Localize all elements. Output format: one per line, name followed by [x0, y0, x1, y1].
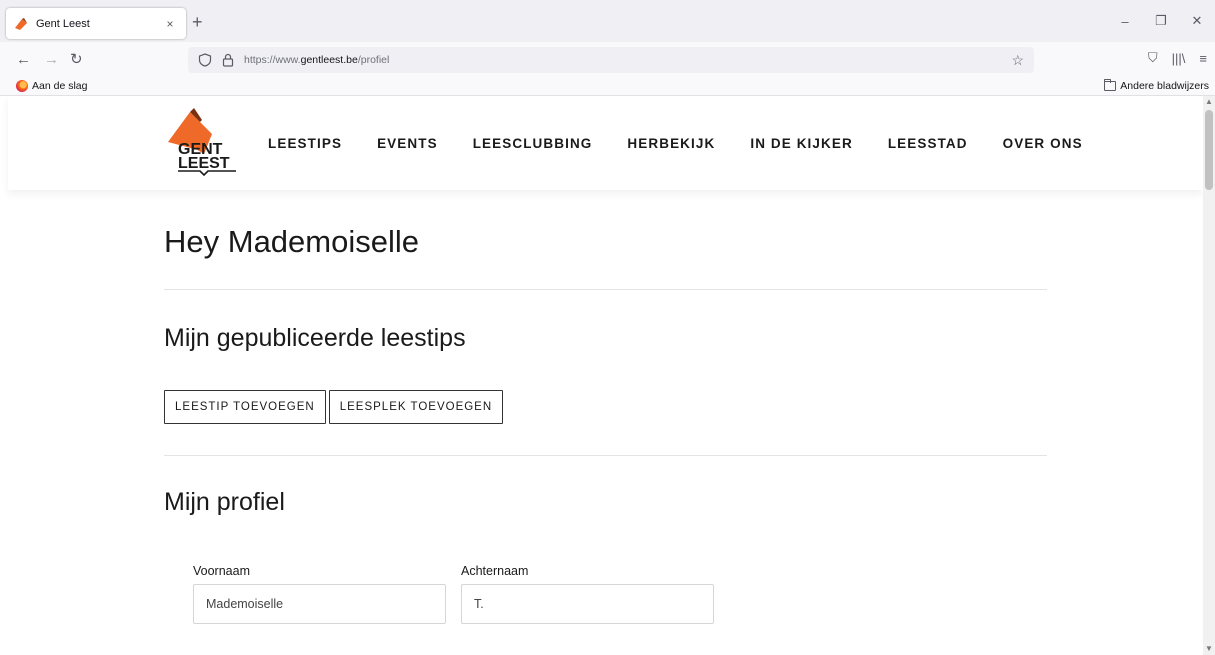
- address-bar[interactable]: https://www.gentleest.be/profiel ☆: [188, 47, 1034, 73]
- nav-over-ons[interactable]: OVER ONS: [1003, 136, 1083, 151]
- bookmark-label: Aan de slag: [32, 80, 88, 92]
- restore-icon[interactable]: ❐: [1143, 0, 1179, 42]
- first-name-label: Voornaam: [193, 564, 250, 578]
- forward-icon[interactable]: →: [44, 51, 59, 69]
- gent-leest-logo[interactable]: GENT LEEST: [164, 106, 246, 178]
- first-name-field: Voornaam: [193, 564, 446, 624]
- nav-leestips[interactable]: LEESTIPS: [268, 136, 342, 151]
- back-icon[interactable]: ←: [16, 51, 31, 69]
- other-bookmarks[interactable]: Andere bladwijzers: [1104, 79, 1209, 92]
- nav-in-de-kijker[interactable]: IN DE KIJKER: [750, 136, 852, 151]
- folder-icon: [1104, 79, 1117, 91]
- pocket-icon[interactable]: ⛉: [1148, 50, 1158, 66]
- tips-actions: LEESTIP TOEVOEGEN LEESPLEK TOEVOEGEN: [164, 390, 504, 424]
- scrollbar-thumb[interactable]: [1205, 110, 1213, 190]
- nav-leesclubbing[interactable]: LEESCLUBBING: [473, 136, 593, 151]
- profile-heading: Mijn profiel: [164, 488, 285, 516]
- divider: [164, 289, 1047, 290]
- nav-herbekijk[interactable]: HERBEKIJK: [627, 136, 715, 151]
- site-header: GENT LEEST LEESTIPS EVENTS LEESCLUBBING …: [8, 96, 1203, 190]
- new-tab-icon[interactable]: +: [192, 12, 203, 32]
- url-host: gentleest.be: [300, 54, 358, 66]
- divider: [164, 455, 1047, 456]
- scroll-up-icon[interactable]: ▲: [1203, 96, 1215, 108]
- bookmark-star-icon[interactable]: ☆: [1011, 52, 1024, 69]
- bookmark-aan-de-slag[interactable]: Aan de slag: [16, 80, 87, 92]
- tracking-shield-icon[interactable]: [198, 53, 212, 67]
- last-name-label: Achternaam: [461, 564, 529, 578]
- add-reading-place-button[interactable]: LEESPLEK TOEVOEGEN: [328, 390, 504, 424]
- browser-tab[interactable]: Gent Leest ×: [6, 8, 186, 39]
- url-text: https://www.gentleest.be/profiel: [244, 54, 389, 66]
- nav-events[interactable]: EVENTS: [377, 136, 438, 151]
- firefox-icon: [16, 80, 28, 92]
- menu-icon[interactable]: ≡: [1199, 51, 1207, 66]
- last-name-field: Achternaam: [461, 564, 714, 624]
- minimize-icon[interactable]: –: [1107, 0, 1143, 42]
- add-reading-tip-button[interactable]: LEESTIP TOEVOEGEN: [164, 390, 326, 424]
- url-path: /profiel: [357, 54, 390, 66]
- site-navigation: LEESTIPS EVENTS LEESCLUBBING HERBEKIJK I…: [268, 136, 1118, 151]
- close-window-icon[interactable]: ✕: [1179, 0, 1215, 42]
- last-name-input[interactable]: [461, 584, 714, 624]
- page-viewport: GENT LEEST LEESTIPS EVENTS LEESCLUBBING …: [0, 96, 1203, 655]
- scroll-down-icon[interactable]: ▼: [1203, 643, 1215, 655]
- gent-leest-favicon-icon: [15, 17, 27, 30]
- url-scheme: https://www.: [244, 54, 301, 66]
- nav-leesstad[interactable]: LEESSTAD: [888, 136, 968, 151]
- toolbar-right: ⛉ |||\ ≡: [1148, 50, 1207, 66]
- browser-navigation-bar: ← → ↻ https://www.gentleest.be/profiel ☆…: [0, 42, 1215, 78]
- reload-icon[interactable]: ↻: [70, 51, 83, 69]
- page-title: Hey Mademoiselle: [164, 224, 419, 259]
- page-scrollbar[interactable]: ▲ ▼: [1203, 96, 1215, 655]
- window-controls: – ❐ ✕: [1107, 0, 1215, 42]
- logo-leest-text: LEEST: [178, 155, 230, 172]
- lock-icon[interactable]: [222, 53, 234, 67]
- published-tips-heading: Mijn gepubliceerde leestips: [164, 324, 466, 352]
- library-icon[interactable]: |||\: [1172, 51, 1186, 66]
- tab-title: Gent Leest: [36, 17, 90, 30]
- bookmarks-bar: Aan de slag Andere bladwijzers: [0, 78, 1215, 96]
- tab-close-icon[interactable]: ×: [162, 17, 178, 31]
- other-bookmarks-label: Andere bladwijzers: [1120, 80, 1209, 92]
- first-name-input[interactable]: [193, 584, 446, 624]
- browser-tab-bar: Gent Leest × + – ❐ ✕: [0, 0, 1215, 42]
